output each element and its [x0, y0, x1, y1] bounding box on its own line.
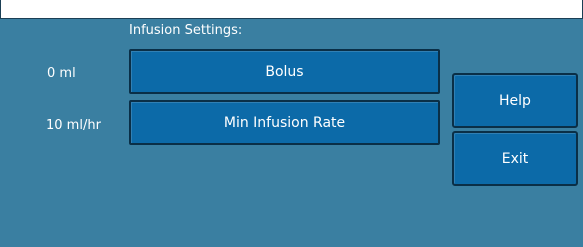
bolus-button[interactable]: Bolus	[129, 49, 440, 94]
min-infusion-rate-value: 10 ml/hr	[46, 118, 101, 133]
bolus-value: 0 ml	[47, 66, 76, 81]
help-button[interactable]: Help	[452, 73, 578, 128]
min-infusion-rate-button[interactable]: Min Infusion Rate	[129, 100, 440, 145]
section-title: Infusion Settings:	[129, 23, 243, 38]
exit-button[interactable]: Exit	[452, 131, 578, 186]
top-status-bar	[0, 0, 583, 19]
